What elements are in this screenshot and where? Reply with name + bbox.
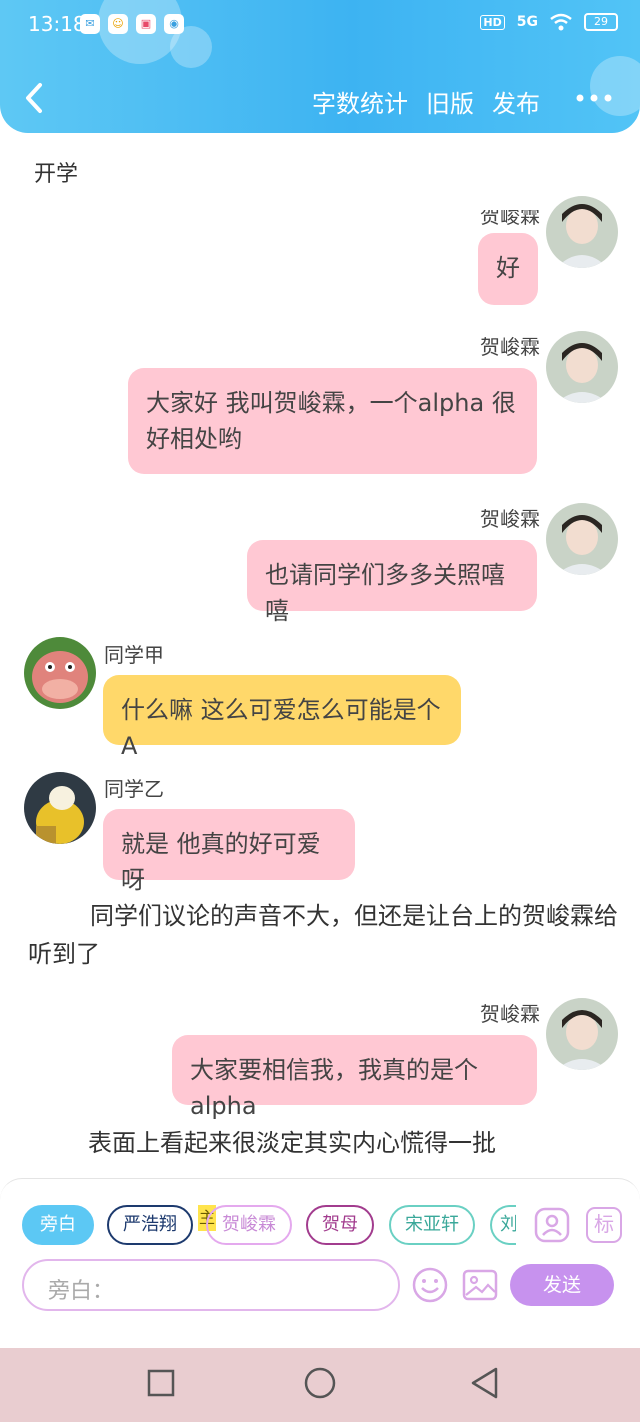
role-manage-icon[interactable] [534, 1207, 570, 1243]
role-chip[interactable]: 贺母 [306, 1205, 374, 1245]
status-bar: 13:18 ✉ ☺ ▣ ◉ HD 5G 29 [0, 0, 640, 50]
avatar[interactable] [546, 998, 618, 1070]
sender-name: 贺峻霖 [480, 1002, 540, 1026]
header-actions: 字数统计 旧版 发布 [312, 84, 540, 119]
notification-icons: ✉ ☺ ▣ ◉ [80, 14, 184, 34]
avatar[interactable] [546, 196, 618, 268]
message-input[interactable]: 旁白： [22, 1259, 400, 1311]
system-status-icons: HD 5G 29 [480, 13, 618, 31]
home-icon[interactable] [303, 1366, 337, 1400]
message-bubble[interactable]: 大家好 我叫贺峻霖，一个alpha 很好相处哟 [128, 368, 537, 474]
avatar-image [24, 637, 96, 709]
message-bubble[interactable]: 也请同学们多多关照嘻嘻 [247, 540, 537, 625]
role-chip[interactable]: 严浩翔 [107, 1205, 193, 1245]
publish-button[interactable]: 发布 [492, 84, 540, 119]
role-chip[interactable]: 宋亚轩 [389, 1205, 475, 1245]
word-count-button[interactable]: 字数统计 [312, 84, 408, 119]
app-header: 13:18 ✉ ☺ ▣ ◉ HD 5G 29 字数统计 旧版 发布 [0, 0, 640, 133]
hd-icon: HD [480, 14, 505, 30]
narration-text[interactable]: 同学们议论的声音不大，但还是让台上的贺峻霖给听到了 [28, 897, 618, 973]
app-notification-icon: ☺ [108, 14, 128, 34]
avatar-image [546, 998, 618, 1070]
sender-name: 贺峻霖 [480, 335, 540, 359]
message-bubble[interactable]: 大家要相信我，我真的是个alpha [172, 1035, 537, 1120]
status-time: 13:18 [28, 12, 86, 36]
app-notification-icon: ✉ [80, 14, 100, 34]
avatar[interactable] [546, 503, 618, 575]
avatar-image [24, 772, 96, 844]
battery-icon: 29 [584, 13, 618, 31]
recent-apps-icon[interactable] [146, 1366, 176, 1400]
avatar[interactable] [546, 331, 618, 403]
back-arrow-icon[interactable] [20, 80, 50, 116]
avatar-image [546, 331, 618, 403]
image-icon[interactable] [462, 1267, 498, 1303]
more-icon[interactable] [574, 84, 614, 112]
app-notification-icon: ▣ [136, 14, 156, 34]
sender-name: 贺峻霖 [480, 507, 540, 531]
system-navigation-bar [0, 1348, 640, 1422]
avatar-image [546, 196, 618, 268]
sender-name: 同学甲 [104, 643, 164, 667]
tag-icon[interactable]: 标 [586, 1207, 622, 1243]
message-bubble[interactable]: 好 [478, 233, 538, 305]
narration-text[interactable]: 表面上看起来很淡定其实内心慌得一批 [88, 1124, 608, 1162]
network-label: 5G [516, 14, 538, 30]
role-chip-narration[interactable]: 旁白 [22, 1205, 94, 1245]
message-bubble[interactable]: 就是 他真的好可爱呀 [103, 809, 355, 894]
wifi-icon [550, 13, 572, 31]
nav-bar: 字数统计 旧版 发布 [0, 70, 640, 126]
old-version-button[interactable]: 旧版 [426, 84, 474, 119]
avatar[interactable] [24, 772, 96, 844]
avatar-image [546, 503, 618, 575]
send-button[interactable]: 发送 [510, 1264, 614, 1306]
back-icon[interactable] [468, 1366, 502, 1400]
role-chip[interactable]: 贺峻霖 [206, 1205, 292, 1245]
app-notification-icon: ◉ [164, 14, 184, 34]
avatar[interactable] [24, 637, 96, 709]
scene-title: 开学 [34, 162, 79, 187]
sender-name: 同学乙 [104, 777, 164, 801]
sender-name: 贺峻霖 [480, 204, 540, 228]
emoji-icon[interactable] [412, 1267, 448, 1303]
message-bubble[interactable]: 什么嘛 这么可爱怎么可能是个A [103, 675, 461, 760]
